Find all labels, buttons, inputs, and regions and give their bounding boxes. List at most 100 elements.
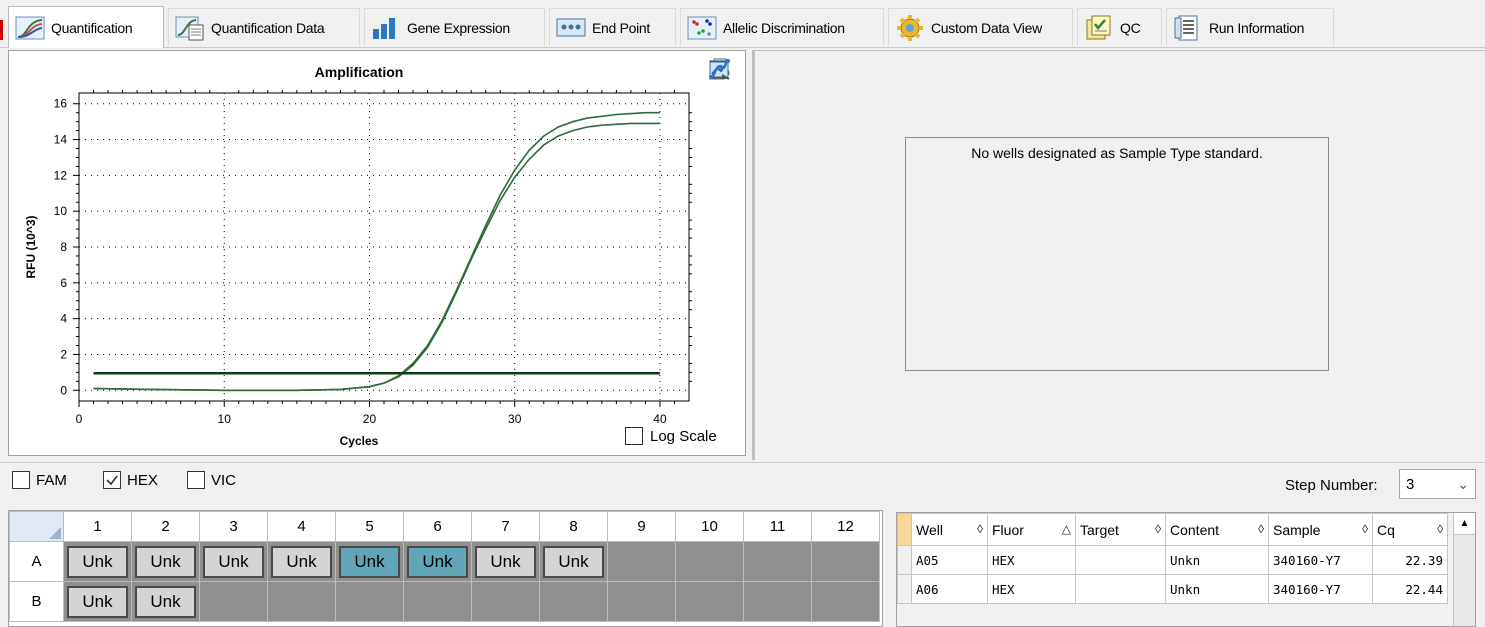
results-header-sample[interactable]: Sample ◊ — [1268, 513, 1373, 546]
tab-gene-expression[interactable]: Gene Expression — [364, 8, 545, 46]
plate-well[interactable] — [199, 581, 268, 622]
well-content-label[interactable]: Unk — [271, 545, 332, 578]
fluor-vic-toggle[interactable]: VIC — [187, 471, 236, 489]
plate-well[interactable]: Unk — [403, 541, 472, 582]
plate-well[interactable]: Unk — [471, 541, 540, 582]
row-selector[interactable] — [897, 545, 912, 575]
scroll-up-arrow-icon[interactable]: ▲ — [1454, 513, 1475, 535]
tab-quantification-data[interactable]: Quantification Data — [168, 8, 360, 46]
results-header-cq[interactable]: Cq ◊ — [1372, 513, 1448, 546]
well-content-label[interactable]: Unk — [135, 545, 196, 578]
tab-end-point[interactable]: End Point — [549, 8, 676, 46]
plate-column-header[interactable]: 6 — [403, 511, 472, 542]
row-selector[interactable] — [897, 574, 912, 604]
results-header-target[interactable]: Target ◊ — [1075, 513, 1166, 546]
plate-well[interactable] — [539, 581, 608, 622]
sort-icon[interactable]: ◊ — [1437, 522, 1443, 536]
plate-well[interactable] — [335, 581, 404, 622]
export-icon[interactable] — [707, 62, 735, 121]
plate-well[interactable] — [607, 581, 676, 622]
plate-column-header[interactable]: 9 — [607, 511, 676, 542]
fam-label: FAM — [36, 471, 67, 489]
plate-select-all-corner[interactable] — [9, 511, 64, 542]
well-content-label[interactable]: Unk — [67, 585, 128, 618]
well-content-label[interactable]: Unk — [135, 585, 196, 618]
well-content-label[interactable]: Unk — [67, 545, 128, 578]
well-content-label[interactable]: Unk — [475, 545, 536, 578]
plate-well[interactable]: Unk — [199, 541, 268, 582]
chart-options-icon[interactable] — [707, 61, 735, 193]
plate-column-header[interactable]: 3 — [199, 511, 268, 542]
fluorophore-bar: FAM HEX VIC Step Number: 3 ⌄ — [0, 462, 1485, 500]
results-header-well[interactable]: Well ◊ — [911, 513, 988, 546]
well-content-label[interactable]: Unk — [543, 545, 604, 578]
fluor-hex-toggle[interactable]: HEX — [103, 471, 158, 489]
plate-well[interactable] — [811, 581, 880, 622]
plate-well[interactable] — [743, 541, 812, 582]
plate-well[interactable]: Unk — [335, 541, 404, 582]
plate-well[interactable]: Unk — [539, 541, 608, 582]
plate-column-header[interactable]: 7 — [471, 511, 540, 542]
plate-well[interactable] — [675, 581, 744, 622]
results-header-fluor[interactable]: Fluor △ — [987, 513, 1076, 546]
plate-column-header[interactable]: 4 — [267, 511, 336, 542]
plate-column-header[interactable]: 1 — [63, 511, 132, 542]
log-scale-toggle[interactable]: Log Scale — [625, 427, 717, 445]
well-content-label[interactable]: Unk — [339, 545, 400, 578]
sort-icon[interactable]: ◊ — [1362, 522, 1368, 536]
y-tick-label: 4 — [60, 312, 67, 326]
results-header-content[interactable]: Content ◊ — [1165, 513, 1269, 546]
plate-well[interactable]: Unk — [131, 541, 200, 582]
log-scale-checkbox[interactable] — [625, 427, 643, 445]
amplification-chart[interactable]: 0 2 4 6 8 10 12 14 16 0 10 20 30 40 Amplification Cycle… — [9, 51, 747, 457]
hex-checkbox[interactable] — [103, 471, 121, 489]
well-content-label[interactable]: Unk — [407, 545, 468, 578]
plate-well[interactable]: Unk — [267, 541, 336, 582]
tab-custom-data-view[interactable]: Custom Data View — [888, 8, 1073, 46]
tab-run-information[interactable]: Run Information — [1166, 8, 1334, 46]
table-row[interactable]: A06 HEX Unkn 340160-Y7 22.44 — [897, 574, 1448, 604]
tab-qc[interactable]: QC — [1077, 8, 1162, 46]
y-tick-label: 0 — [60, 383, 67, 397]
tab-quantification[interactable]: Quantification — [8, 6, 164, 48]
sort-icon[interactable]: ◊ — [1258, 522, 1264, 536]
curve-fit-icon[interactable] — [707, 58, 735, 229]
results-scrollbar[interactable]: ▲ — [1453, 513, 1475, 626]
sort-icon[interactable]: ◊ — [1155, 522, 1161, 536]
end-point-icon — [556, 14, 586, 42]
plate-well[interactable]: Unk — [63, 541, 132, 582]
plate-well[interactable] — [471, 581, 540, 622]
plate-well[interactable]: Unk — [63, 581, 132, 622]
sort-icon[interactable]: △ — [1062, 522, 1071, 536]
step-number-label: Step Number: — [1285, 477, 1378, 494]
plate-column-header[interactable]: 12 — [811, 511, 880, 542]
plate-row-header[interactable]: A — [9, 541, 64, 582]
well-content-label[interactable]: Unk — [203, 545, 264, 578]
plate-row-header[interactable]: B — [9, 581, 64, 622]
tab-label: Allelic Discrimination — [723, 19, 845, 36]
plate-well[interactable] — [743, 581, 812, 622]
vic-checkbox[interactable] — [187, 471, 205, 489]
plate-column-header[interactable]: 2 — [131, 511, 200, 542]
plate-well[interactable] — [267, 581, 336, 622]
fluor-fam-toggle[interactable]: FAM — [12, 471, 67, 489]
chart-toolbar — [707, 57, 737, 237]
table-row[interactable]: A05 HEX Unkn 340160-Y7 22.39 — [897, 545, 1448, 575]
plate-well[interactable] — [675, 541, 744, 582]
results-table: Well ◊ Fluor △ Target ◊ Content ◊ Sample ◊ Cq ◊ A05 H… — [897, 513, 1448, 604]
plate-well[interactable]: Unk — [131, 581, 200, 622]
plate-column-header[interactable]: 5 — [335, 511, 404, 542]
plate-column-header[interactable]: 8 — [539, 511, 608, 542]
plate-column-header[interactable]: 10 — [675, 511, 744, 542]
save-image-icon[interactable] — [707, 60, 735, 157]
row-selector-header[interactable] — [897, 513, 912, 546]
plate-column-header[interactable]: 11 — [743, 511, 812, 542]
fam-checkbox[interactable] — [12, 471, 30, 489]
tab-label: Custom Data View — [931, 19, 1042, 36]
tab-allelic-discrimination[interactable]: Allelic Discrimination — [680, 8, 884, 46]
step-number-select[interactable]: 3 ⌄ — [1399, 469, 1476, 499]
plate-well[interactable] — [811, 541, 880, 582]
plate-well[interactable] — [607, 541, 676, 582]
plate-well[interactable] — [403, 581, 472, 622]
sort-icon[interactable]: ◊ — [977, 522, 983, 536]
